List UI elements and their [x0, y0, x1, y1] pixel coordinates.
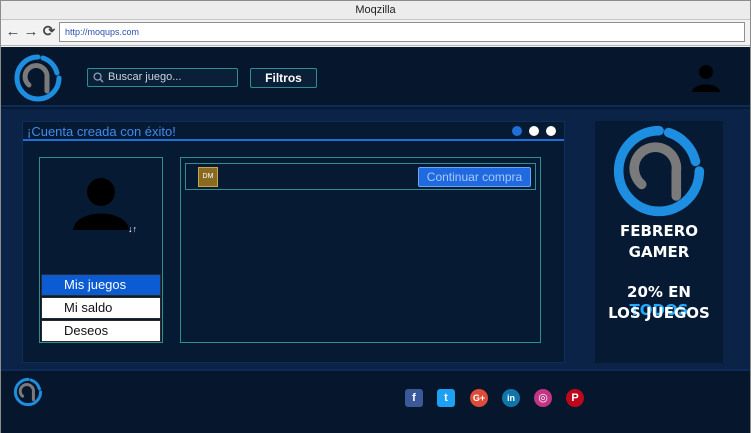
- pinterest-icon[interactable]: P: [566, 389, 584, 407]
- google-plus-icon[interactable]: G+: [470, 389, 488, 407]
- facebook-icon[interactable]: f: [405, 389, 423, 407]
- carousel-dot-1[interactable]: [512, 126, 522, 136]
- profile-menu: Mis juegos Mi saldo Deseos: [41, 274, 161, 343]
- url-bar[interactable]: http://moqups.com: [59, 22, 745, 42]
- filters-button[interactable]: Filtros: [250, 68, 317, 88]
- continue-purchase-button[interactable]: Continuar compra: [418, 167, 531, 187]
- search-placeholder: Buscar juego...: [108, 71, 182, 83]
- instagram-icon[interactable]: ◎: [534, 389, 552, 407]
- window-title: Moqzilla: [1, 1, 750, 20]
- site-header: Buscar juego... Filtros: [1, 47, 750, 107]
- user-account-icon[interactable]: [691, 63, 721, 93]
- game-thumbnail[interactable]: DM: [198, 167, 218, 187]
- promo-logo: [613, 125, 705, 217]
- forward-arrow-icon[interactable]: →: [23, 24, 39, 40]
- menu-item-mi-saldo[interactable]: Mi saldo: [41, 297, 161, 319]
- browser-window: Moqzilla ← → ⟳ http://moqups.com Buscar …: [0, 0, 751, 433]
- promo-line-4: LOS JUEGOS: [608, 304, 710, 322]
- profile-card: ↓↑ Mis juegos Mi saldo Deseos: [39, 157, 163, 343]
- promo-line-3-prefix: 20% EN: [627, 283, 691, 301]
- browser-toolbar: ← → ⟳ http://moqups.com: [1, 20, 750, 46]
- list-item: DM Continuar compra: [185, 163, 536, 190]
- promo-banner[interactable]: FEBRERO GAMER 20% EN TODOS LOS JUEGOS: [595, 121, 723, 363]
- search-icon: [93, 72, 104, 83]
- twitter-icon[interactable]: t: [437, 389, 455, 407]
- panel-header: ¡Cuenta creada con éxito!: [23, 122, 564, 141]
- promo-line-2: GAMER: [628, 243, 690, 261]
- carousel-dot-3[interactable]: [546, 126, 556, 136]
- site-logo[interactable]: [13, 53, 63, 103]
- promo-line-1: FEBRERO: [619, 222, 699, 240]
- back-arrow-icon[interactable]: ←: [5, 24, 21, 40]
- account-panel: ¡Cuenta creada con éxito! ↓↑ Mis juegos …: [22, 121, 565, 363]
- avatar-icon: [73, 178, 129, 230]
- app: Buscar juego... Filtros ¡Cuenta creada c…: [1, 47, 750, 433]
- carousel-dot-2[interactable]: [529, 126, 539, 136]
- games-list: DM Continuar compra: [180, 157, 541, 343]
- search-input[interactable]: Buscar juego...: [87, 68, 238, 87]
- linkedin-icon[interactable]: in: [502, 389, 520, 407]
- reload-icon[interactable]: ⟳: [41, 24, 57, 40]
- site-footer: f t G+ in ◎ P: [1, 369, 750, 433]
- success-message: ¡Cuenta creada con éxito!: [27, 124, 176, 139]
- footer-logo[interactable]: [13, 377, 43, 407]
- menu-item-deseos[interactable]: Deseos: [41, 320, 161, 342]
- sort-icon[interactable]: ↓↑: [128, 224, 137, 234]
- menu-item-mis-juegos[interactable]: Mis juegos: [41, 274, 161, 296]
- main-content: ¡Cuenta creada con éxito! ↓↑ Mis juegos …: [1, 109, 750, 369]
